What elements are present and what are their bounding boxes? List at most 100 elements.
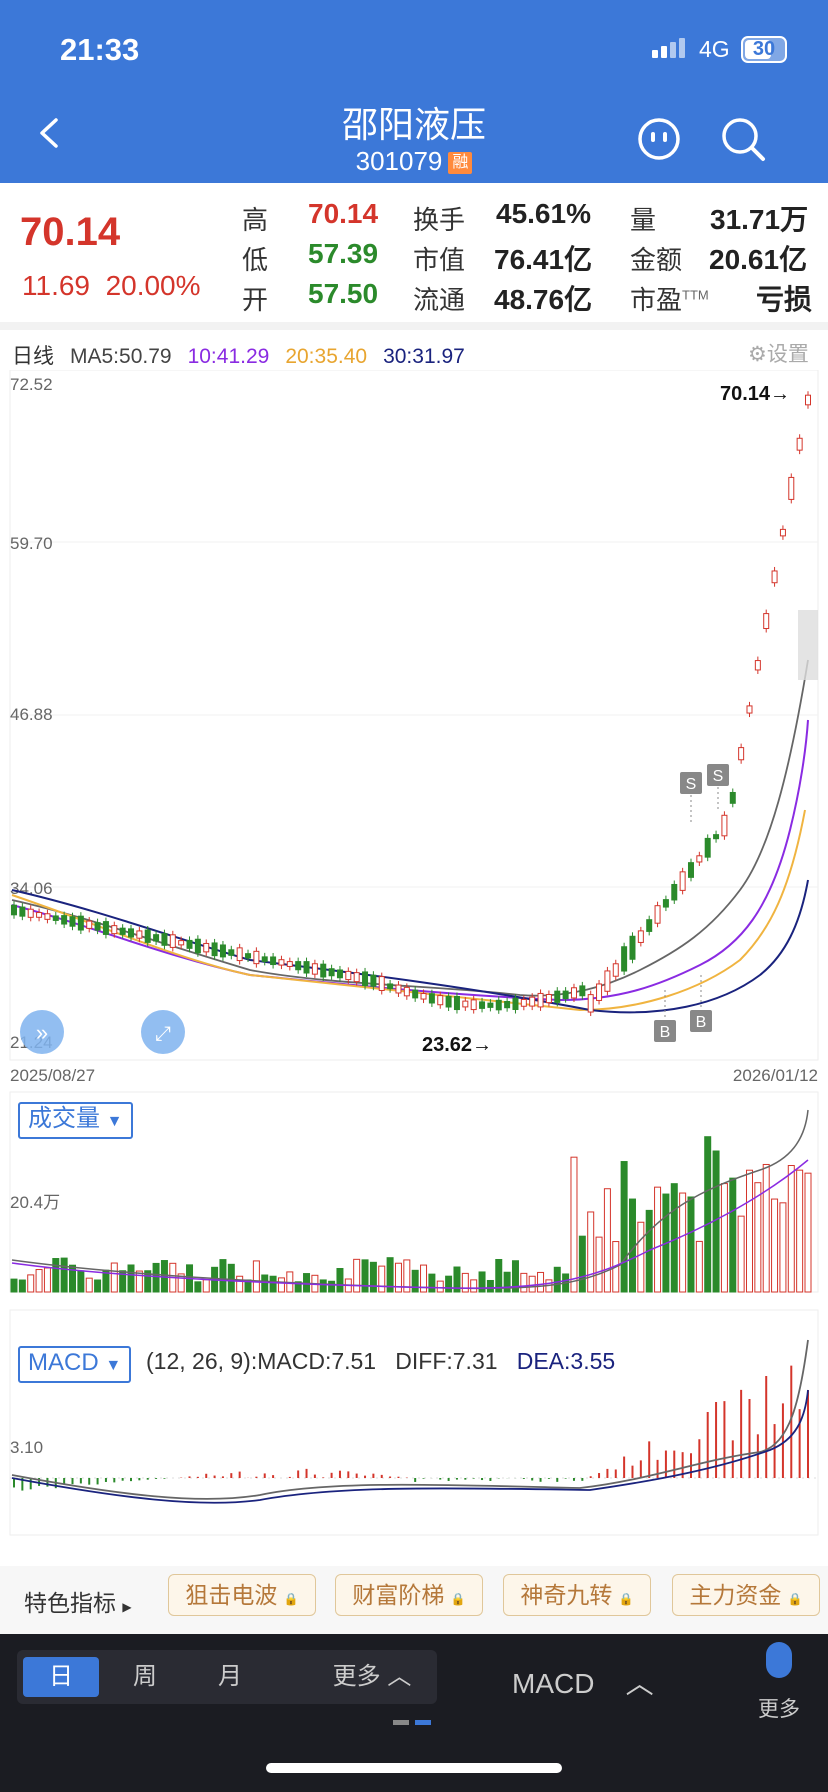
candle-body bbox=[286, 961, 293, 967]
volume-bar bbox=[261, 1274, 269, 1293]
tool-sniper[interactable]: 狙击电波 🔒 bbox=[168, 1574, 316, 1616]
volume-bar bbox=[411, 1269, 419, 1293]
candle-body bbox=[11, 904, 17, 916]
candle-body bbox=[370, 974, 377, 987]
candle-body bbox=[69, 916, 76, 927]
tool-capital[interactable]: 主力资金 🔒 bbox=[672, 1574, 820, 1616]
float-value: 48.76亿 bbox=[494, 284, 593, 315]
candle-body bbox=[395, 984, 402, 994]
volume-bar bbox=[670, 1183, 678, 1293]
candle-body bbox=[738, 747, 745, 761]
caret-right-icon: ▶ bbox=[122, 1600, 132, 1614]
volume-bar bbox=[503, 1271, 511, 1293]
search-icon[interactable] bbox=[720, 116, 766, 162]
chevron-right-icon: » bbox=[36, 1020, 48, 1045]
candle-body bbox=[102, 921, 109, 935]
volume-bar bbox=[394, 1262, 402, 1293]
candle-body bbox=[479, 1001, 486, 1009]
sell-marker-label: S bbox=[686, 776, 697, 793]
tab-month[interactable]: 月 bbox=[192, 1657, 268, 1697]
volume-bar bbox=[729, 1177, 737, 1293]
lock-icon: 🔒 bbox=[283, 1592, 299, 1606]
chart-svg[interactable]: 72.52 59.70 46.88 34.06 21.24 S S B B 70… bbox=[0, 370, 828, 1566]
candle-body bbox=[236, 947, 243, 962]
candle-body bbox=[36, 912, 43, 918]
settings-button[interactable]: ⚙设置 bbox=[748, 338, 809, 368]
volume-bar bbox=[328, 1280, 336, 1293]
tab-more[interactable]: 更多 ︿ bbox=[317, 1657, 427, 1697]
candle-body bbox=[211, 942, 218, 957]
candle-body bbox=[704, 837, 711, 858]
feature-indicator-button[interactable]: 特色指标 ▶ bbox=[24, 1584, 132, 1618]
ma20-label: 20:35.40 bbox=[285, 345, 368, 368]
volume-bar bbox=[10, 1278, 18, 1293]
candle-body bbox=[729, 791, 736, 804]
candle-body bbox=[169, 934, 176, 948]
ma10-label: 10:41.29 bbox=[187, 345, 270, 368]
candle-body bbox=[387, 983, 394, 990]
candle-body bbox=[77, 915, 84, 931]
volume-bar bbox=[695, 1240, 703, 1293]
page-indicator bbox=[393, 1720, 409, 1725]
indicator-label: MACD bbox=[512, 1668, 595, 1699]
candle-body bbox=[94, 922, 101, 931]
more-button-label[interactable]: 更多 bbox=[758, 1693, 800, 1723]
battery-level: 30 bbox=[752, 38, 776, 60]
settings-label: 设置 bbox=[766, 343, 809, 366]
caret-down-icon: ▼ bbox=[105, 1357, 122, 1374]
amount-value: 20.61亿 bbox=[709, 244, 808, 275]
mcap-label: 市值 bbox=[413, 245, 466, 275]
volume-bar bbox=[428, 1273, 436, 1293]
min-price-label: 23.62→ bbox=[422, 1034, 492, 1056]
candle-body bbox=[462, 1000, 469, 1008]
turnover-label: 换手 bbox=[413, 205, 466, 235]
sell-marker-label: S bbox=[713, 768, 724, 785]
macd-selector[interactable]: MACD ▼ bbox=[18, 1346, 132, 1383]
tool-label: 狙击电波 bbox=[185, 1582, 278, 1608]
home-indicator bbox=[266, 1763, 562, 1773]
tab-day[interactable]: 日 bbox=[23, 1657, 99, 1697]
candle-body bbox=[86, 920, 93, 929]
candle-body bbox=[219, 944, 226, 958]
volume-value: 31.71万 bbox=[710, 204, 809, 235]
candle-body bbox=[746, 705, 753, 714]
tool-nine[interactable]: 神奇九转 🔒 bbox=[503, 1574, 651, 1616]
open-value: 57.50 bbox=[308, 278, 379, 309]
chat-icon[interactable] bbox=[637, 117, 681, 161]
volume-bar bbox=[436, 1280, 444, 1293]
candle-body bbox=[754, 660, 761, 671]
y-tick: 59.70 bbox=[10, 534, 53, 553]
tool-label: 主力资金 bbox=[689, 1582, 782, 1608]
candle-body bbox=[495, 999, 502, 1011]
feature-label: 特色指标 bbox=[24, 1590, 116, 1616]
scroll-handle[interactable] bbox=[798, 610, 818, 680]
volume-bar bbox=[553, 1266, 561, 1293]
tool-wealth[interactable]: 财富阶梯 🔒 bbox=[335, 1574, 483, 1616]
status-time: 21:33 bbox=[60, 32, 140, 67]
candle-body bbox=[596, 983, 603, 1001]
volume-selector[interactable]: 成交量 ▼ bbox=[18, 1102, 133, 1139]
macd-values: (12, 26, 9):MACD:7.51 DIFF:7.31 DEA:3.55 bbox=[146, 1348, 615, 1375]
candle-body bbox=[136, 930, 143, 939]
turnover-value: 45.61% bbox=[496, 198, 591, 229]
candle-body bbox=[128, 928, 135, 938]
indicator-selector[interactable]: MACD ︿ bbox=[512, 1662, 654, 1702]
volume-bar bbox=[771, 1198, 779, 1293]
mcap-value: 76.41亿 bbox=[494, 244, 593, 275]
y-tick: 72.52 bbox=[10, 375, 53, 394]
candle-body bbox=[771, 570, 778, 584]
candle-body bbox=[687, 862, 694, 878]
candle-body bbox=[153, 934, 160, 942]
volume-bar bbox=[787, 1165, 795, 1293]
change-percent: 20.00% bbox=[105, 270, 201, 301]
volume-bar bbox=[378, 1265, 386, 1293]
tab-week[interactable]: 周 bbox=[107, 1657, 183, 1697]
candle-body bbox=[186, 939, 193, 949]
volume-bar bbox=[654, 1186, 662, 1293]
more-icon[interactable] bbox=[766, 1642, 792, 1678]
volume-bar bbox=[620, 1161, 628, 1293]
candle-body bbox=[562, 990, 569, 1000]
chevron-up-icon: ︿ bbox=[387, 1663, 412, 1690]
volume-label: 量 bbox=[630, 205, 657, 235]
candle-body bbox=[587, 994, 594, 1013]
